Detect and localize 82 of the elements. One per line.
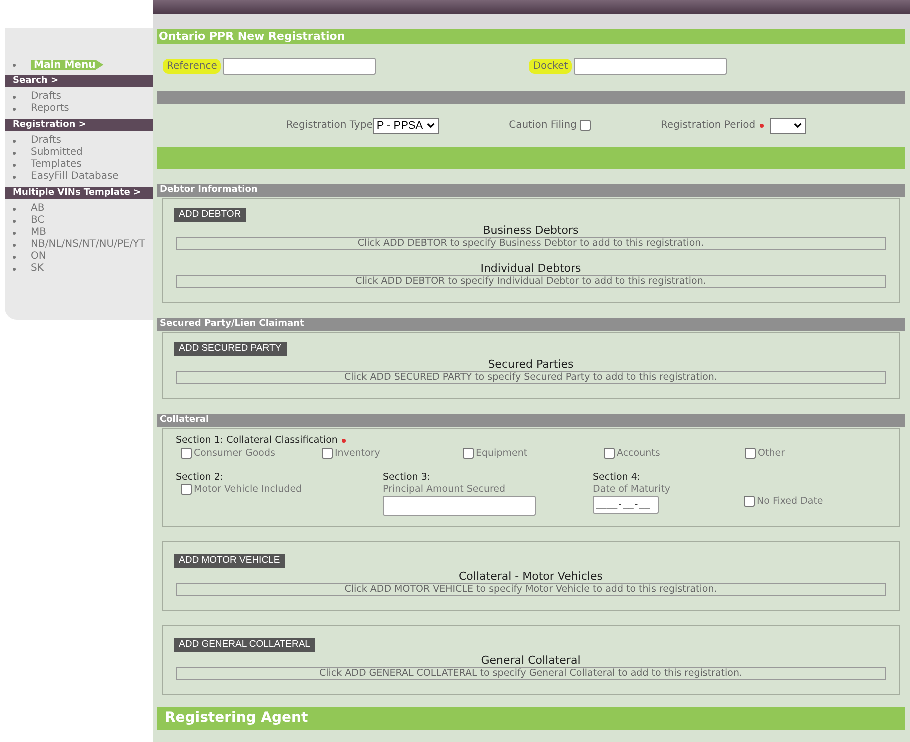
checkbox-label: Equipment xyxy=(476,448,528,459)
section-header: Collateral xyxy=(157,414,905,427)
checkbox-label: Inventory xyxy=(335,448,380,459)
bullet-icon xyxy=(13,140,16,142)
field-label: Principal Amount Secured xyxy=(383,484,506,495)
bullet-icon xyxy=(13,108,16,110)
section-header: Debtor Information xyxy=(157,184,905,197)
bullet-icon xyxy=(13,96,16,98)
bullet-icon xyxy=(13,220,16,222)
bullet-icon xyxy=(13,164,16,166)
bullet-icon xyxy=(13,268,16,270)
list-heading: Individual Debtors xyxy=(480,262,582,275)
reference-field[interactable] xyxy=(223,58,376,75)
sidebar-item[interactable]: SK xyxy=(31,263,44,275)
sidebar-item[interactable]: AB xyxy=(31,203,45,215)
empty-list-message: Click ADD MOTOR VEHICLE to specify Motor Vehicle to add to this registration. xyxy=(176,583,886,596)
reference-label: Reference xyxy=(163,59,222,74)
add-button[interactable]: ADD SECURED PARTY xyxy=(174,342,287,356)
sidebar-group-header[interactable]: Multiple VINs Template > xyxy=(5,187,155,199)
section-label: Section 4: xyxy=(593,472,641,483)
bullet-icon xyxy=(13,256,16,258)
checkbox[interactable] xyxy=(744,496,755,506)
add-button[interactable]: ADD MOTOR VEHICLE xyxy=(174,554,286,568)
section-header: Secured Party/Lien Claimant xyxy=(157,318,905,331)
sidebar-group-header[interactable]: Search > xyxy=(5,75,155,87)
bullet-icon xyxy=(13,64,16,66)
sidebar-item[interactable]: EasyFill Database xyxy=(31,171,119,183)
checkbox-label: Accounts xyxy=(617,448,660,459)
add-button[interactable]: ADD DEBTOR xyxy=(174,208,246,222)
empty-list-message: Click ADD SECURED PARTY to specify Secured Party to add to this registration. xyxy=(176,371,886,384)
checkbox[interactable] xyxy=(181,484,192,495)
sidebar-group-header[interactable]: Registration > xyxy=(5,119,155,131)
sidebar-item[interactable]: BC xyxy=(31,215,45,227)
sidebar-item[interactable]: Reports xyxy=(31,103,70,115)
section-label: Section 3: xyxy=(383,472,431,483)
sidebar-item[interactable]: Drafts xyxy=(31,135,62,147)
empty-list-message: Click ADD DEBTOR to specify Business Debtor to add to this registration. xyxy=(176,237,886,250)
checkbox-label: Motor Vehicle Included xyxy=(194,484,302,495)
section-header: Registering Agent xyxy=(157,707,905,730)
checkbox-label: Other xyxy=(758,448,785,459)
registration-period-select[interactable] xyxy=(770,118,806,134)
caution-filing-checkbox[interactable] xyxy=(580,120,591,131)
sidebar-item[interactable]: Submitted xyxy=(31,147,83,159)
sidebar-item[interactable]: Templates xyxy=(31,159,82,171)
caret-icon xyxy=(794,123,802,128)
checkbox-label: No Fixed Date xyxy=(757,496,824,506)
date-field[interactable]: ____-__-__ xyxy=(593,496,659,514)
section-label: Section 2: xyxy=(176,472,224,483)
caution-filing-label: Caution Filing xyxy=(509,120,577,131)
empty-list-message: Click ADD DEBTOR to specify Individual Debtor to add to this registration. xyxy=(176,275,886,288)
docket-field[interactable] xyxy=(574,58,728,75)
sidebar-item[interactable]: ON xyxy=(31,251,46,263)
list-heading: General Collateral xyxy=(480,654,582,667)
bullet-icon xyxy=(13,176,16,178)
list-heading: Business Debtors xyxy=(482,224,580,237)
sidebar-item[interactable]: NB/NL/NS/NT/NU/PE/YT xyxy=(31,239,146,251)
registration-type-label: Registration Type xyxy=(286,120,373,131)
registration-period-label: Registration Period xyxy=(660,120,756,131)
bullet-icon xyxy=(13,208,16,210)
sidebar-item[interactable]: MB xyxy=(31,227,46,239)
section-label: Section 1: Collateral Classification xyxy=(176,435,338,446)
sidebar-item[interactable]: Drafts xyxy=(31,91,62,103)
main-menu-link[interactable]: Main Menu xyxy=(31,60,104,70)
empty-list-message: Click ADD GENERAL COLLATERAL to specify General Collateral to add to this registration. xyxy=(176,667,886,680)
checkbox[interactable] xyxy=(604,448,615,459)
docket-label: Docket xyxy=(529,59,572,74)
bullet-icon xyxy=(13,244,16,246)
bullet-icon xyxy=(13,232,16,234)
bullet-icon xyxy=(13,152,16,154)
list-heading: Secured Parties xyxy=(487,358,575,371)
field-label: Date of Maturity xyxy=(593,484,671,495)
checkbox[interactable] xyxy=(322,448,333,459)
checkbox-label: Consumer Goods xyxy=(194,448,276,459)
registration-type-select[interactable]: P - PPSA xyxy=(372,118,440,134)
page-title: Ontario PPR New Registration xyxy=(157,29,905,44)
checkbox[interactable] xyxy=(745,448,756,459)
add-button[interactable]: ADD GENERAL COLLATERAL xyxy=(174,638,316,652)
checkbox[interactable] xyxy=(181,448,192,459)
list-heading: Collateral - Motor Vehicles xyxy=(458,570,604,583)
checkbox[interactable] xyxy=(463,448,474,459)
caret-icon xyxy=(427,123,436,128)
amount-field[interactable] xyxy=(383,496,536,516)
